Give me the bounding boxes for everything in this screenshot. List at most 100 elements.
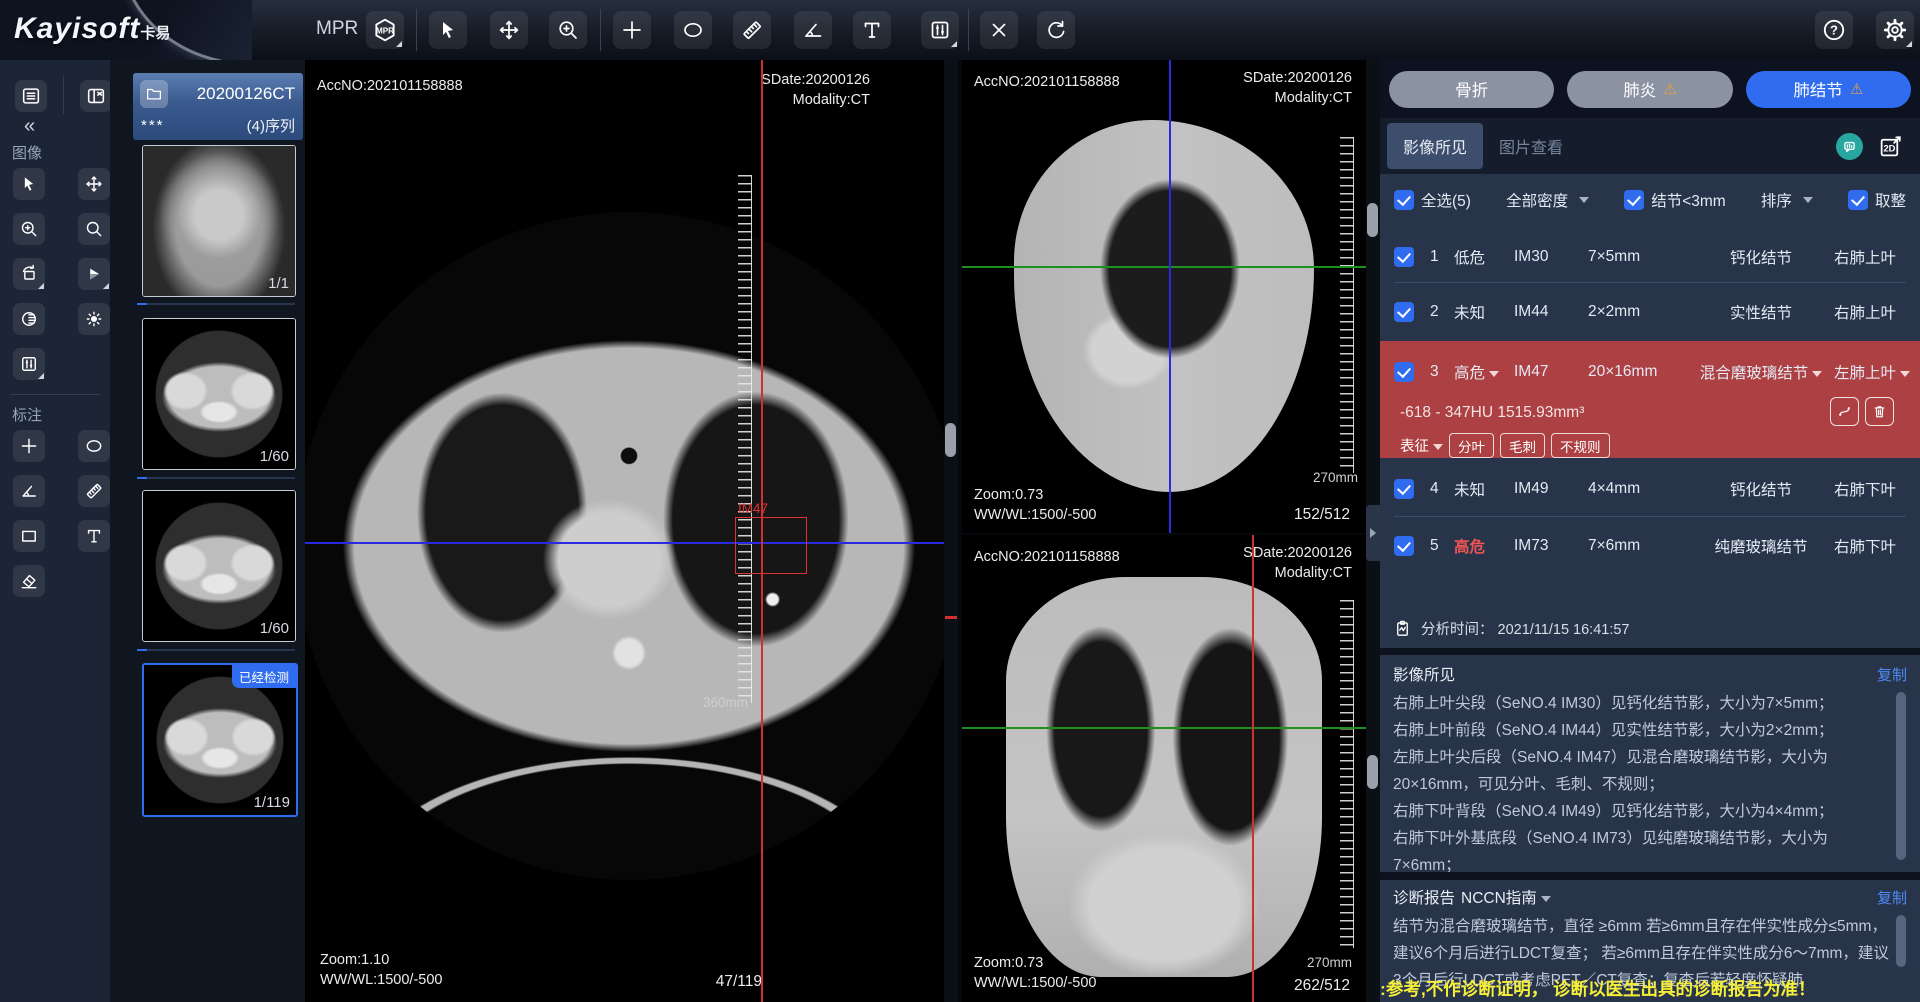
acc-number-overlay: AccNO:202101158888 bbox=[974, 72, 1120, 92]
followup-compare-button[interactable] bbox=[1830, 397, 1859, 426]
section-title-annotate: 标注 bbox=[12, 404, 42, 425]
checkbox-icon[interactable] bbox=[1394, 190, 1414, 210]
checkbox-icon[interactable] bbox=[1394, 247, 1414, 267]
series-panel: 20200126CT *** (4)序列 1/1 1/60 1/60 已经检测 … bbox=[110, 60, 305, 1002]
feature-chip-spiculated[interactable]: 毛刺 bbox=[1500, 433, 1545, 458]
rotate-button-side[interactable] bbox=[13, 258, 45, 290]
panel-collapse-handle[interactable] bbox=[1366, 505, 1380, 561]
coronal-viewport[interactable]: AccNO:202101158888 SDate:20200126Modalit… bbox=[962, 535, 1366, 1002]
text-annotate-button[interactable] bbox=[78, 520, 110, 552]
select-all-checkbox[interactable]: 全选(5) bbox=[1394, 189, 1471, 211]
brightness-button-side[interactable] bbox=[78, 303, 110, 335]
feedback-chat-button[interactable] bbox=[1836, 133, 1863, 160]
axial-stack-scrollbar[interactable] bbox=[944, 60, 958, 1002]
thumbnail-divider bbox=[137, 303, 295, 305]
feature-dropdown[interactable]: 表征 bbox=[1400, 435, 1443, 456]
nodule-bounding-box[interactable] bbox=[735, 517, 807, 574]
checkbox-icon[interactable] bbox=[1624, 190, 1644, 210]
eraser-annotate-button[interactable] bbox=[13, 565, 45, 597]
coronal-reference-line[interactable] bbox=[1169, 60, 1171, 533]
ellipse-annotate-button[interactable] bbox=[78, 430, 110, 462]
delete-nodule-button[interactable] bbox=[1865, 397, 1894, 426]
sort-dropdown[interactable]: 排序 bbox=[1761, 189, 1813, 211]
scrollbar-thumb[interactable] bbox=[1367, 755, 1378, 789]
module-lung-nodule-pill[interactable]: 肺结节⚠ bbox=[1746, 71, 1911, 108]
series-thumbnail-2[interactable]: 1/60 bbox=[142, 318, 296, 470]
axial-reference-line[interactable] bbox=[962, 266, 1366, 268]
feature-chip-irregular[interactable]: 不规则 bbox=[1551, 433, 1610, 458]
tab-image-view[interactable]: 图片查看 bbox=[1483, 123, 1579, 169]
type-dropdown[interactable]: 混合磨玻璃结节 bbox=[1688, 361, 1834, 383]
reset-view-button[interactable] bbox=[1037, 11, 1075, 49]
round-checkbox[interactable]: 取整 bbox=[1848, 189, 1906, 211]
ruler-annotate-button[interactable] bbox=[78, 475, 110, 507]
nodule-label: IM47 bbox=[738, 501, 768, 516]
guideline-dropdown[interactable]: NCCN指南 bbox=[1461, 886, 1551, 908]
pan-tool-button[interactable] bbox=[490, 11, 528, 49]
angle-annotate-button[interactable] bbox=[13, 475, 45, 507]
checkbox-icon[interactable] bbox=[1848, 190, 1868, 210]
copy-report-link[interactable]: 复制 bbox=[1877, 887, 1907, 908]
copy-findings-link[interactable]: 复制 bbox=[1877, 664, 1907, 685]
cursor-tool-button-side[interactable] bbox=[13, 168, 45, 200]
ruler-tool-button[interactable] bbox=[733, 11, 771, 49]
scrollbar-thumb[interactable] bbox=[945, 423, 956, 457]
coronal-reference-line[interactable] bbox=[305, 542, 944, 544]
axial-viewport[interactable]: AccNO:202101158888 SDate:20200126Modalit… bbox=[305, 60, 944, 1002]
close-layout-button[interactable] bbox=[80, 80, 112, 112]
report-scrollbar-thumb[interactable] bbox=[1896, 915, 1906, 967]
series-thumbnail-3[interactable]: 1/60 bbox=[142, 490, 296, 642]
invert-button-side[interactable] bbox=[13, 303, 45, 335]
study-header[interactable]: 20200126CT *** (4)序列 bbox=[133, 73, 303, 140]
crosshair-tool-button[interactable] bbox=[613, 11, 651, 49]
feature-chip-lobulated[interactable]: 分叶 bbox=[1449, 433, 1494, 458]
small-nodule-checkbox[interactable]: 结节<3mm bbox=[1624, 189, 1726, 211]
sagittal-viewport[interactable]: AccNO:202101158888 SDate:20200126Modalit… bbox=[962, 60, 1366, 533]
crosshair-annotate-button[interactable] bbox=[13, 430, 45, 462]
magnify-button-side[interactable] bbox=[78, 213, 110, 245]
rectangle-annotate-button[interactable] bbox=[13, 520, 45, 552]
folder-button[interactable] bbox=[140, 80, 168, 108]
window-level-button-side[interactable] bbox=[13, 348, 45, 380]
2d-mode-button[interactable] bbox=[1877, 133, 1903, 159]
nodule-row-2[interactable]: 2未知 IM442×2mm 实性结节右肺上叶 bbox=[1380, 284, 1920, 339]
settings-button[interactable] bbox=[1876, 11, 1914, 49]
sagittal-reference-line[interactable] bbox=[1252, 535, 1254, 1002]
nodule-row-3-header[interactable]: 3 高危 IM4720×16mm 混合磨玻璃结节 左肺上叶 bbox=[1380, 347, 1920, 397]
zoom-in-button-side[interactable] bbox=[13, 213, 45, 245]
help-button[interactable] bbox=[1815, 11, 1853, 49]
series-thumbnail-4-selected[interactable]: 已经检测 1/119 bbox=[142, 663, 298, 817]
nodule-row-4[interactable]: 4未知 IM494×4mm 钙化结节右肺下叶 bbox=[1380, 461, 1920, 516]
module-fracture-pill[interactable]: 骨折 bbox=[1389, 71, 1554, 108]
tab-image-findings[interactable]: 影像所见 bbox=[1387, 123, 1483, 169]
zoom-tool-button[interactable] bbox=[549, 11, 587, 49]
checkbox-icon[interactable] bbox=[1394, 362, 1414, 382]
checkbox-icon[interactable] bbox=[1394, 479, 1414, 499]
axial-reference-line[interactable] bbox=[962, 727, 1366, 729]
mpr-layout-button[interactable] bbox=[366, 11, 404, 49]
risk-dropdown[interactable]: 高危 bbox=[1454, 361, 1514, 383]
nodule-row-3-selected[interactable]: 3 高危 IM4720×16mm 混合磨玻璃结节 左肺上叶 -618 - 347… bbox=[1380, 341, 1920, 458]
checkbox-icon[interactable] bbox=[1394, 536, 1414, 556]
checkbox-icon[interactable] bbox=[1394, 302, 1414, 322]
pan-tool-button-side[interactable] bbox=[78, 168, 110, 200]
series-thumbnail-1[interactable]: 1/1 bbox=[142, 145, 296, 297]
collapse-panel-button[interactable]: « bbox=[24, 115, 35, 138]
cursor-tool-button[interactable] bbox=[429, 11, 467, 49]
findings-scrollbar-thumb[interactable] bbox=[1896, 692, 1906, 860]
text-tool-button[interactable] bbox=[853, 11, 891, 49]
clear-annotations-button[interactable] bbox=[980, 11, 1018, 49]
nodule-row-1[interactable]: 1低危 IM307×5mm 钙化结节右肺上叶 bbox=[1380, 229, 1920, 284]
density-filter-dropdown[interactable]: 全部密度 bbox=[1506, 189, 1589, 211]
scrollbar-thumb[interactable] bbox=[1367, 203, 1378, 237]
module-pneumonia-pill[interactable]: 肺炎⚠ bbox=[1567, 71, 1732, 108]
cine-play-button-side[interactable] bbox=[78, 258, 110, 290]
location-dropdown[interactable]: 左肺上叶 bbox=[1834, 361, 1920, 383]
angle-tool-button[interactable] bbox=[794, 11, 832, 49]
nodule-row-5[interactable]: 5高危 IM737×6mm 纯磨玻璃结节右肺下叶 bbox=[1380, 518, 1920, 573]
nodule-filter-bar: 全选(5) 全部密度 结节<3mm 排序 取整 bbox=[1380, 174, 1920, 226]
window-level-button[interactable] bbox=[921, 11, 959, 49]
ellipse-tool-button[interactable] bbox=[674, 11, 712, 49]
brightness-icon bbox=[84, 309, 104, 329]
series-list-button[interactable] bbox=[15, 80, 47, 112]
